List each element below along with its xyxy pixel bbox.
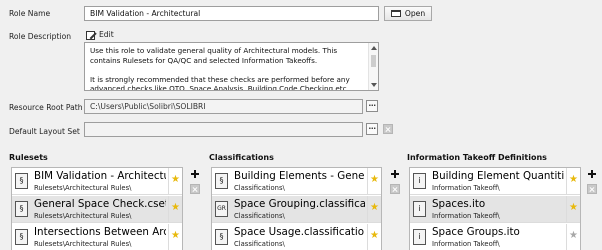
favorite-cell[interactable]: ★ bbox=[566, 196, 580, 222]
edit-icon bbox=[86, 31, 95, 40]
add-classification-icon[interactable] bbox=[390, 169, 400, 179]
ruleset-name: Intersections Between Architectural bbox=[34, 226, 166, 238]
remove-takeoff-icon[interactable] bbox=[587, 184, 597, 194]
star-icon[interactable]: ★ bbox=[569, 174, 578, 186]
classification-path: Classifications\ bbox=[234, 240, 285, 248]
open-button-label: Open bbox=[404, 9, 426, 18]
ruleset-path: Rulesets\Architectural Rules\ bbox=[34, 212, 132, 220]
list-item[interactable]: § Space Usage.classification Classificat… bbox=[212, 224, 381, 250]
ruleset-path: Rulesets\Architectural Rules\ bbox=[34, 184, 132, 192]
scroll-up-arrow-icon[interactable] bbox=[371, 46, 377, 50]
list-item[interactable]: § Intersections Between Architectural Ru… bbox=[12, 224, 182, 250]
favorite-cell[interactable]: ★ bbox=[367, 196, 381, 222]
classification-path: Classifications\ bbox=[234, 184, 285, 192]
add-ruleset-icon[interactable] bbox=[190, 169, 200, 179]
list-item[interactable]: i Building Element Quantities Informatio… bbox=[410, 168, 580, 195]
star-icon[interactable]: ★ bbox=[569, 230, 578, 242]
list-item[interactable]: § General Space Check.cset Rulesets\Arch… bbox=[12, 196, 182, 223]
star-icon[interactable]: ★ bbox=[171, 230, 180, 242]
classifications-title: Classifications bbox=[209, 153, 274, 162]
list-item[interactable]: § BIM Validation - Architectural Ruleset… bbox=[12, 168, 182, 195]
takeoffs-list: i Building Element Quantities Informatio… bbox=[409, 167, 581, 250]
description-scrollbar[interactable] bbox=[368, 43, 378, 90]
resource-root-label: Resource Root Path bbox=[9, 103, 83, 112]
description-paragraph-2: It is strongly recommended that these ch… bbox=[90, 74, 350, 91]
folder-open-icon bbox=[390, 10, 401, 17]
rulesets-title: Rulesets bbox=[9, 153, 48, 162]
file-grid-icon: GR bbox=[215, 201, 228, 217]
list-item[interactable]: i Spaces.ito Information Takeoff\ ★ bbox=[410, 196, 580, 223]
list-item[interactable]: GR Space Grouping.classification Classif… bbox=[212, 196, 381, 223]
takeoff-path: Information Takeoff\ bbox=[432, 184, 500, 192]
takeoff-name: Spaces.ito bbox=[432, 198, 486, 210]
favorite-cell[interactable]: ★ bbox=[168, 168, 182, 194]
edit-label: Edit bbox=[99, 30, 114, 39]
role-description-textarea[interactable]: Use this role to validate general qualit… bbox=[84, 42, 379, 91]
favorite-cell[interactable]: ★ bbox=[367, 224, 381, 250]
edit-description-button[interactable]: Edit bbox=[86, 30, 126, 41]
favorite-cell[interactable]: ★ bbox=[566, 168, 580, 194]
takeoff-path: Information Takeoff\ bbox=[432, 212, 500, 220]
default-layout-input[interactable] bbox=[84, 122, 363, 137]
star-icon[interactable]: ★ bbox=[569, 202, 578, 214]
star-icon[interactable]: ★ bbox=[171, 202, 180, 214]
file-s-icon: § bbox=[15, 173, 28, 189]
favorite-cell[interactable]: ★ bbox=[566, 224, 580, 250]
ruleset-name: General Space Check.cset bbox=[34, 198, 166, 210]
star-icon[interactable]: ★ bbox=[370, 174, 379, 186]
remove-classification-icon[interactable] bbox=[390, 184, 400, 194]
default-layout-label: Default Layout Set bbox=[9, 127, 80, 136]
browse-resource-root-button[interactable] bbox=[366, 100, 378, 112]
file-s-icon: § bbox=[15, 229, 28, 245]
classification-name: Building Elements - General bbox=[234, 170, 365, 182]
list-item[interactable]: § Building Elements - General Classifica… bbox=[212, 168, 381, 195]
takeoffs-title: Information Takeoff Definitions bbox=[407, 153, 547, 162]
favorite-cell[interactable]: ★ bbox=[168, 196, 182, 222]
file-i-icon: i bbox=[413, 201, 426, 217]
favorite-cell[interactable]: ★ bbox=[168, 224, 182, 250]
resource-root-input[interactable]: C:\Users\Public\Solibri\SOLIBRI bbox=[84, 99, 363, 114]
scroll-down-arrow-icon[interactable] bbox=[371, 83, 377, 87]
role-name-input[interactable]: BIM Validation - Architectural bbox=[84, 6, 379, 21]
add-takeoff-icon[interactable] bbox=[587, 169, 597, 179]
description-paragraph-1: Use this role to validate general qualit… bbox=[90, 46, 338, 65]
classification-name: Space Usage.classification bbox=[234, 226, 365, 238]
rulesets-list: § BIM Validation - Architectural Ruleset… bbox=[11, 167, 183, 250]
takeoff-name: Building Element Quantities bbox=[432, 170, 564, 182]
role-name-label: Role Name bbox=[9, 9, 51, 18]
file-s-icon: § bbox=[15, 201, 28, 217]
browse-default-layout-button[interactable] bbox=[366, 123, 378, 135]
file-s-icon: § bbox=[215, 173, 228, 189]
ruleset-path: Rulesets\Architectural Rules\ bbox=[34, 240, 132, 248]
takeoff-name: Space Groups.ito bbox=[432, 226, 520, 238]
classification-path: Classifications\ bbox=[234, 212, 285, 220]
favorite-cell[interactable]: ★ bbox=[367, 168, 381, 194]
role-description-label: Role Description bbox=[9, 32, 72, 41]
takeoff-path: Information Takeoff\ bbox=[432, 240, 500, 248]
list-item[interactable]: i Space Groups.ito Information Takeoff\ … bbox=[410, 224, 580, 250]
ruleset-name: BIM Validation - Architectural bbox=[34, 170, 166, 182]
file-s-icon: § bbox=[215, 229, 228, 245]
classification-name: Space Grouping.classification bbox=[234, 198, 365, 210]
remove-ruleset-icon[interactable] bbox=[190, 184, 200, 194]
star-icon[interactable]: ★ bbox=[370, 230, 379, 242]
star-icon[interactable]: ★ bbox=[171, 174, 180, 186]
open-button[interactable]: Open bbox=[384, 6, 432, 21]
classifications-list: § Building Elements - General Classifica… bbox=[211, 167, 382, 250]
star-icon[interactable]: ★ bbox=[370, 202, 379, 214]
scroll-thumb[interactable] bbox=[371, 55, 376, 67]
clear-layout-icon[interactable] bbox=[383, 124, 393, 134]
file-i-icon: i bbox=[413, 229, 426, 245]
file-i-icon: i bbox=[413, 173, 426, 189]
